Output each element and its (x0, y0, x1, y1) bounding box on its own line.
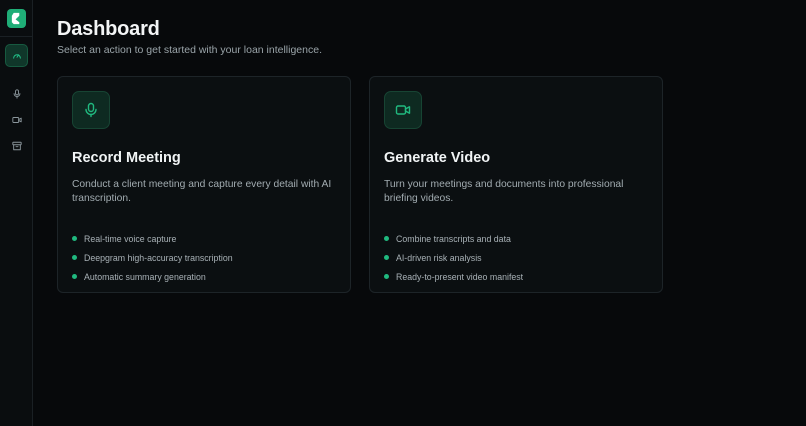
bullet-dot-icon (72, 255, 77, 260)
feature-text: Automatic summary generation (84, 271, 206, 282)
page-title: Dashboard (57, 18, 160, 40)
generate-video-card[interactable]: Generate Video Turn your meetings and do… (369, 76, 663, 293)
video-camera-icon (11, 116, 22, 123)
list-item: Ready-to-present video manifest (384, 267, 523, 286)
bullet-dot-icon (72, 274, 77, 279)
main-content: Dashboard Select an action to get starte… (33, 0, 806, 426)
card-icon-container (72, 91, 110, 129)
gauge-icon (12, 53, 21, 59)
page-subtitle: Select an action to get started with you… (57, 44, 322, 56)
bullet-dot-icon (384, 236, 389, 241)
sidebar-divider (0, 36, 32, 37)
list-item: Real-time voice capture (72, 229, 233, 248)
list-item: Combine transcripts and data (384, 229, 523, 248)
card-title: Record Meeting (72, 150, 181, 166)
sidebar-item-record[interactable] (5, 82, 28, 105)
bullet-dot-icon (384, 274, 389, 279)
feature-list: Combine transcripts and data AI-driven r… (384, 229, 523, 286)
sidebar-item-video[interactable] (5, 108, 28, 131)
feature-text: Deepgram high-accuracy transcription (84, 252, 233, 263)
card-description: Turn your meetings and documents into pr… (384, 179, 624, 204)
feature-list: Real-time voice capture Deepgram high-ac… (72, 229, 233, 286)
card-description: Conduct a client meeting and capture eve… (72, 179, 332, 204)
list-item: Deepgram high-accuracy transcription (72, 248, 233, 267)
archive-icon (11, 141, 22, 150)
sidebar-item-archive[interactable] (5, 134, 28, 157)
card-icon-container (384, 91, 422, 129)
sidebar-item-dashboard[interactable] (5, 44, 28, 67)
brand-logo-icon[interactable] (7, 9, 26, 28)
feature-text: Real-time voice capture (84, 233, 177, 244)
list-item: AI-driven risk analysis (384, 248, 523, 267)
microphone-icon (13, 88, 20, 99)
sidebar (0, 0, 33, 426)
record-meeting-card[interactable]: Record Meeting Conduct a client meeting … (57, 76, 351, 293)
card-title: Generate Video (384, 150, 491, 166)
list-item: Automatic summary generation (72, 267, 233, 286)
feature-text: AI-driven risk analysis (396, 252, 482, 263)
app-window: Dashboard Select an action to get starte… (0, 0, 806, 426)
video-camera-icon (395, 105, 411, 115)
feature-text: Combine transcripts and data (396, 233, 511, 244)
bullet-dot-icon (384, 255, 389, 260)
bullet-dot-icon (72, 236, 77, 241)
feature-text: Ready-to-present video manifest (396, 271, 524, 282)
microphone-icon (85, 102, 97, 118)
